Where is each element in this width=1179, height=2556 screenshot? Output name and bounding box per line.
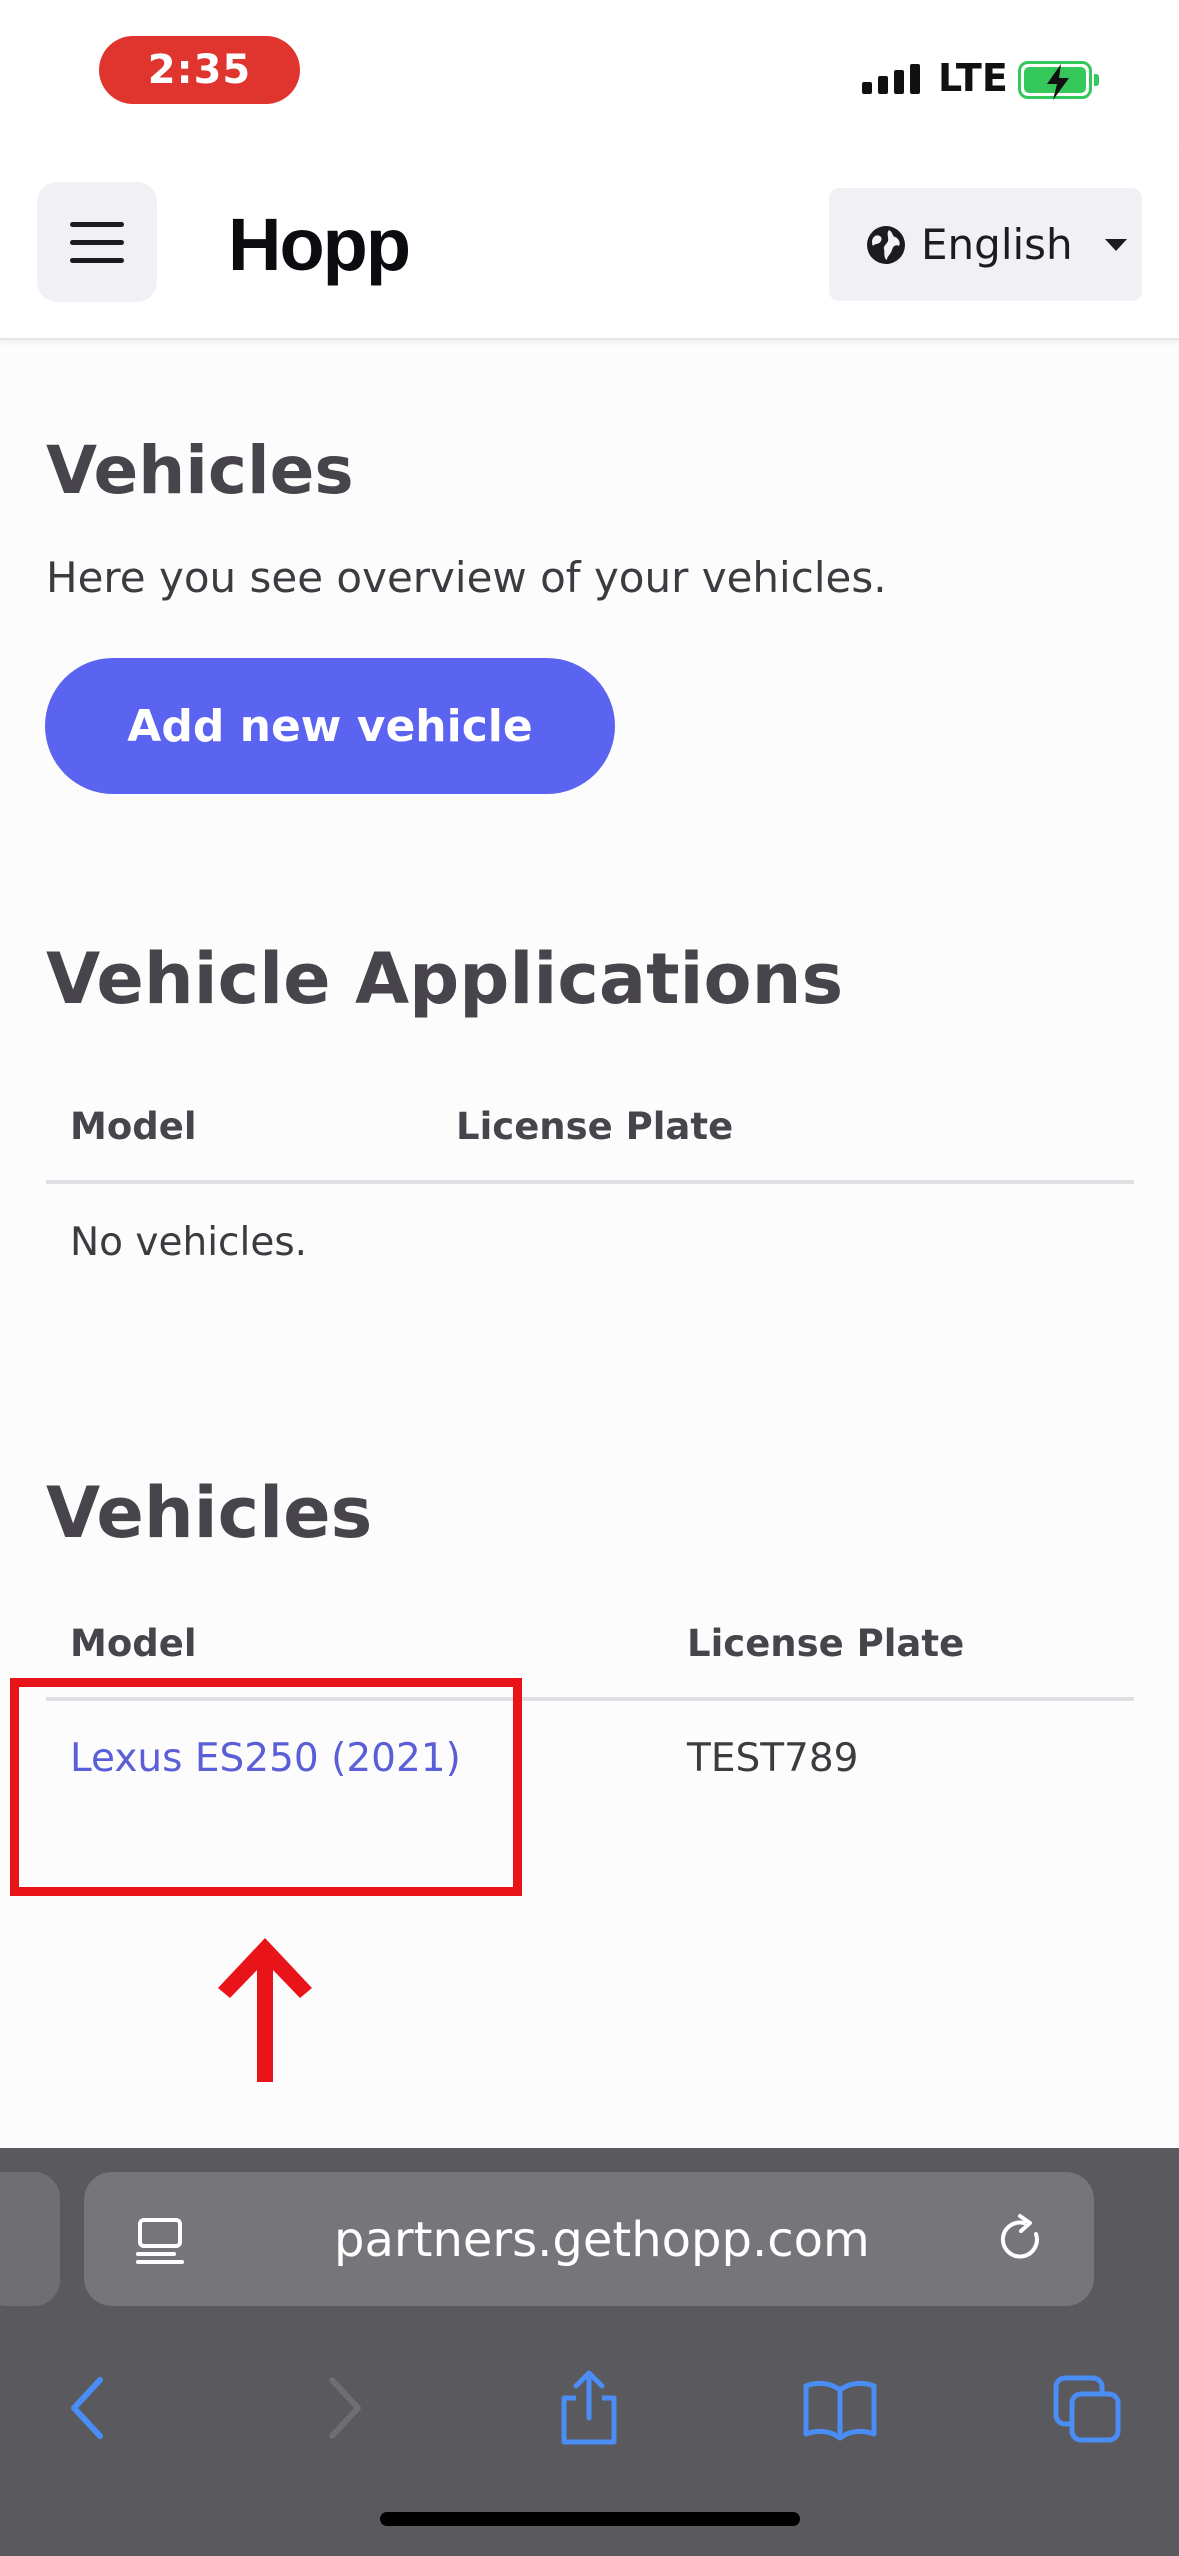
reader-mode-icon[interactable] xyxy=(134,2216,186,2268)
column-header-license-plate: License Plate xyxy=(456,1105,734,1148)
annotation-highlight-box xyxy=(10,1678,522,1896)
vehicle-license-plate: TEST789 xyxy=(687,1736,859,1781)
share-icon[interactable] xyxy=(556,2368,622,2448)
browser-navigation xyxy=(0,2348,1179,2488)
column-header-model: Model xyxy=(70,1622,197,1665)
hamburger-menu-button[interactable] xyxy=(37,182,157,302)
status-bar: 2:35 LTE xyxy=(0,0,1179,150)
address-bar[interactable]: partners.gethopp.com xyxy=(84,2172,1094,2306)
column-header-license-plate: License Plate xyxy=(687,1622,965,1665)
annotation-arrow-up-icon xyxy=(218,1938,312,2082)
column-header-model: Model xyxy=(70,1105,197,1148)
page-subtitle: Here you see overview of your vehicles. xyxy=(46,553,887,602)
reload-icon[interactable] xyxy=(994,2212,1048,2266)
table-header-divider xyxy=(46,1180,1134,1184)
url-text: partners.gethopp.com xyxy=(334,2212,870,2268)
network-type: LTE xyxy=(938,56,1008,100)
vehicles-section-title: Vehicles xyxy=(46,1472,373,1554)
hopp-logo[interactable]: Hopp xyxy=(228,202,411,287)
empty-state-text: No vehicles. xyxy=(70,1220,308,1265)
back-icon[interactable] xyxy=(64,2368,114,2448)
language-dropdown[interactable]: English xyxy=(829,188,1142,301)
status-time: 2:35 xyxy=(99,36,300,104)
language-label: English xyxy=(921,220,1073,269)
app-header: Hopp English xyxy=(0,150,1179,340)
home-indicator[interactable] xyxy=(380,2512,800,2526)
caret-down-icon xyxy=(1104,238,1127,251)
previous-tab-edge[interactable] xyxy=(0,2172,60,2306)
tabs-icon[interactable] xyxy=(1052,2368,1126,2448)
browser-toolbar: partners.gethopp.com xyxy=(0,2148,1179,2556)
battery-charging-icon xyxy=(1018,61,1099,100)
forward-icon[interactable] xyxy=(318,2368,368,2448)
globe-icon xyxy=(867,225,905,264)
bookmarks-icon[interactable] xyxy=(800,2368,880,2448)
add-new-vehicle-button[interactable]: Add new vehicle xyxy=(45,658,615,794)
menu-icon xyxy=(70,221,124,227)
page-title: Vehicles xyxy=(46,432,354,509)
cellular-signal-icon xyxy=(862,64,920,94)
applications-section-title: Vehicle Applications xyxy=(46,938,844,1020)
